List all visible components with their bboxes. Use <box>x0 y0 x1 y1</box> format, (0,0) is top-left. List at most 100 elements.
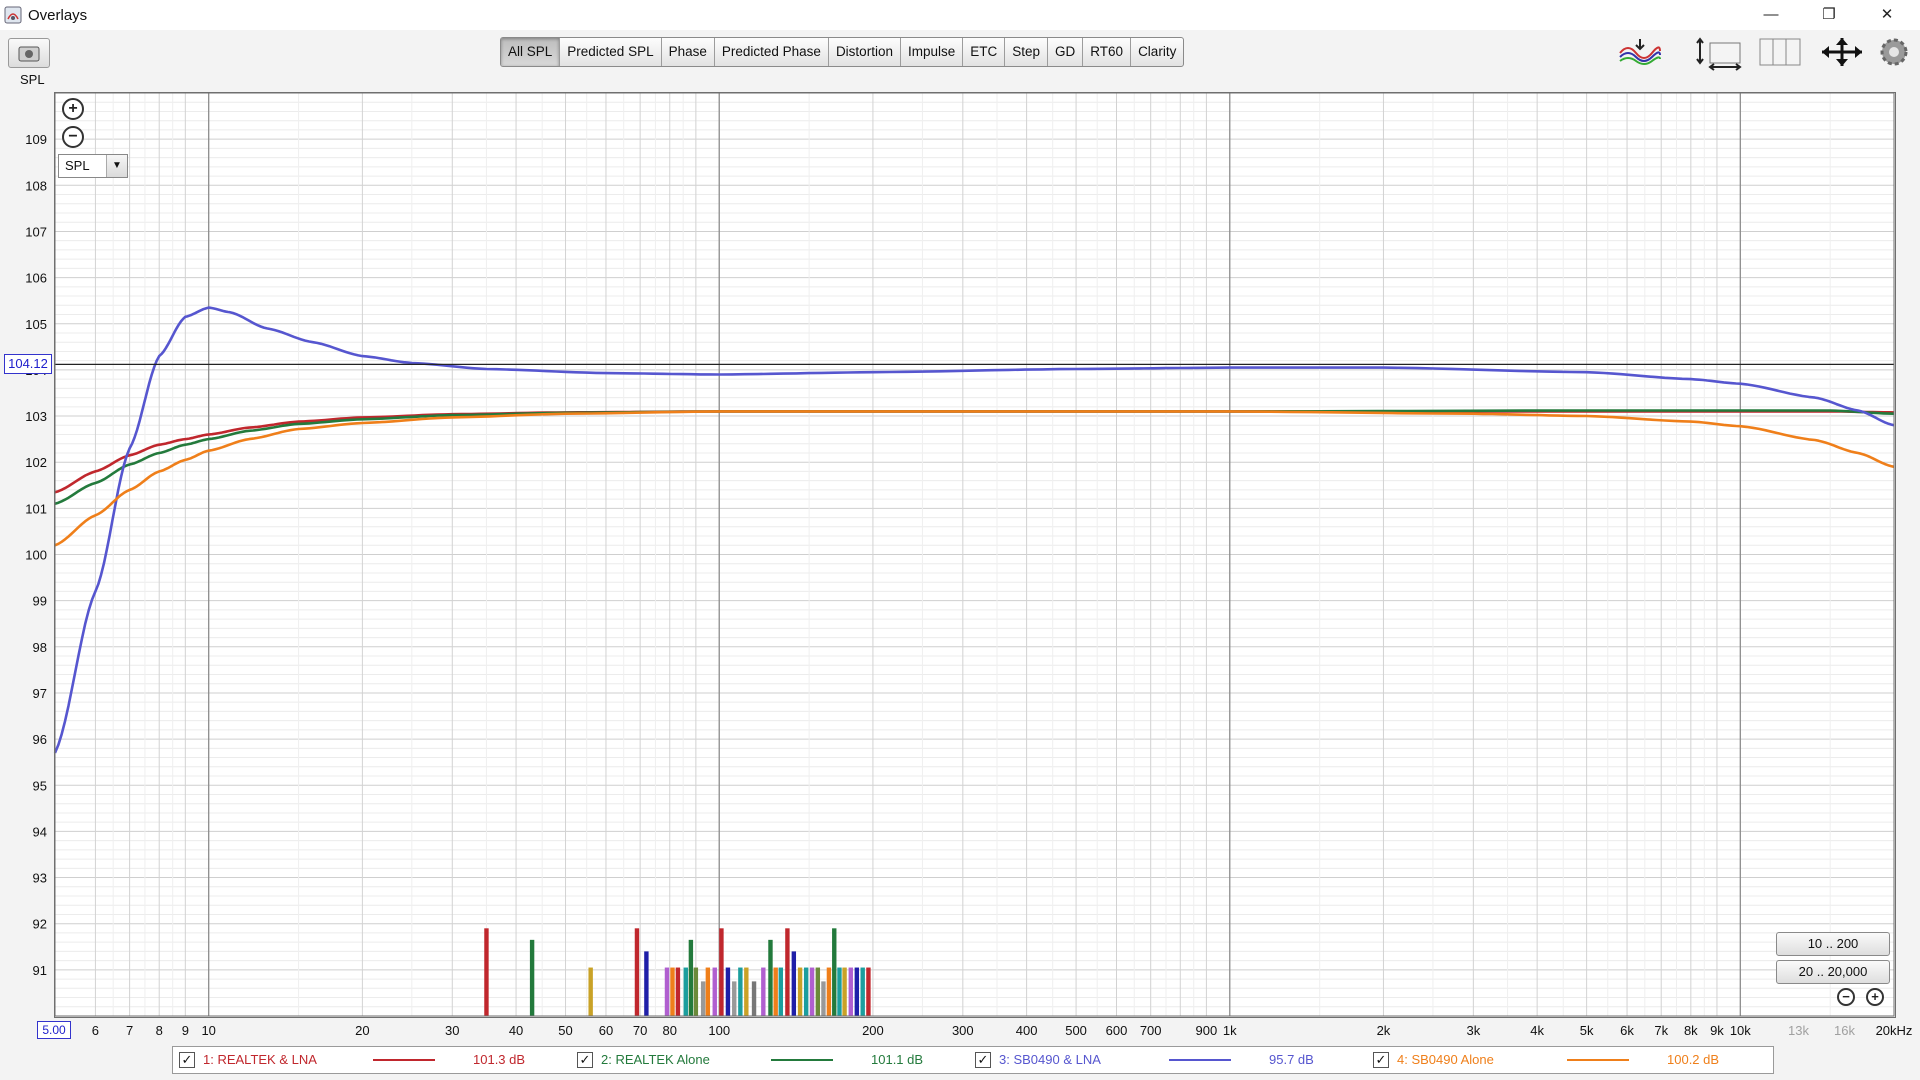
y-tick-label: 106 <box>25 271 47 286</box>
cursor-value-box: 104.12 <box>4 354 52 374</box>
distortion-bar <box>664 967 670 1016</box>
x-tick-label: 60 <box>599 1023 613 1038</box>
distortion-bar <box>768 939 773 1016</box>
distortion-bar <box>842 967 847 1016</box>
y-tick-label: 92 <box>33 917 47 932</box>
range-20-20000-button[interactable]: 20 .. 20,000 <box>1776 960 1890 984</box>
x-start-field[interactable]: 5.00 <box>37 1021 71 1039</box>
distortion-bar <box>634 928 640 1016</box>
x-tick-label: 1k <box>1223 1023 1237 1038</box>
x-tick-label: 20 <box>355 1023 369 1038</box>
x-tick-label: 13k <box>1788 1023 1809 1038</box>
distortion-bar <box>693 967 699 1016</box>
x-tick-label: 5k <box>1580 1023 1594 1038</box>
y-tick-label: 108 <box>25 178 47 193</box>
distortion-bar <box>675 967 681 1016</box>
distortion-bar <box>738 967 743 1016</box>
x-tick-label: 3k <box>1466 1023 1480 1038</box>
legend-swatch-4 <box>1567 1059 1629 1061</box>
distortion-bar <box>815 967 821 1016</box>
x-tick-label: 7k <box>1654 1023 1668 1038</box>
legend-value-3: 95.7 dB <box>1269 1052 1314 1067</box>
y-tick-label: 96 <box>33 732 47 747</box>
x-tick-label: 4k <box>1530 1023 1544 1038</box>
distortion-bar <box>837 967 842 1016</box>
x-tick-label: 9k <box>1710 1023 1724 1038</box>
y-tick-label: 98 <box>33 640 47 655</box>
y-tick-label: 91 <box>33 963 47 978</box>
x-tick-label: 30 <box>445 1023 459 1038</box>
x-tick-label: 8 <box>156 1023 163 1038</box>
x-tick-label: 80 <box>663 1023 677 1038</box>
y-tick-label: 95 <box>33 778 47 793</box>
legend-name-4: 4: SB0490 Alone <box>1397 1052 1494 1067</box>
zoom-in-button[interactable]: + <box>62 98 84 120</box>
y-tick-label: 102 <box>25 455 47 470</box>
distortion-bar <box>860 967 865 1016</box>
x-tick-label: 100 <box>708 1023 730 1038</box>
distortion-bar <box>683 967 688 1016</box>
distortion-bar <box>484 928 489 1016</box>
x-tick-label: 10 <box>201 1023 215 1038</box>
y-tick-label: 100 <box>25 548 47 563</box>
x-tick-label: 200 <box>862 1023 884 1038</box>
legend-swatch-1 <box>373 1059 435 1061</box>
distortion-bar <box>719 928 724 1016</box>
legend: ✓ 1: REALTEK & LNA 101.3 dB ✓ 2: REALTEK… <box>172 1046 1774 1074</box>
legend-checkbox-1[interactable]: ✓ <box>179 1052 195 1068</box>
x-zoom-out-button[interactable]: − <box>1837 988 1855 1006</box>
x-tick-label: 10k <box>1730 1023 1751 1038</box>
x-tick-label: 6 <box>92 1023 99 1038</box>
x-tick-label: 7 <box>126 1023 133 1038</box>
legend-name-2: 2: REALTEK Alone <box>601 1052 710 1067</box>
y-tick-label: 107 <box>25 224 47 239</box>
legend-checkbox-4[interactable]: ✓ <box>1373 1052 1389 1068</box>
distortion-bar <box>832 928 837 1016</box>
distortion-bar <box>732 981 737 1016</box>
distortion-bar <box>700 981 706 1016</box>
distortion-bar <box>778 967 783 1016</box>
distortion-bar <box>670 967 675 1016</box>
distortion-bar <box>854 967 860 1016</box>
zoom-out-button[interactable]: − <box>62 126 84 148</box>
distortion-bar <box>725 967 731 1016</box>
distortion-bar <box>866 967 871 1016</box>
x-tick-label: 70 <box>633 1023 647 1038</box>
x-tick-label: 40 <box>509 1023 523 1038</box>
x-tick-label: 400 <box>1016 1023 1038 1038</box>
legend-swatch-3 <box>1169 1059 1231 1061</box>
distortion-bar <box>705 967 711 1016</box>
distortion-bar <box>826 967 832 1016</box>
x-tick-label: 600 <box>1106 1023 1128 1038</box>
y-tick-label: 94 <box>33 824 47 839</box>
spl-chart: 9192939495969798991001011021031041051061… <box>25 92 1913 1038</box>
legend-checkbox-2[interactable]: ✓ <box>577 1052 593 1068</box>
legend-value-4: 100.2 dB <box>1667 1052 1720 1067</box>
x-tick-label: 900 <box>1196 1023 1218 1038</box>
range-10-200-button[interactable]: 10 .. 200 <box>1776 932 1890 956</box>
view-select-dropdown[interactable]: SPL ▼ <box>58 154 128 178</box>
view-select-value: SPL <box>65 158 90 173</box>
distortion-bar <box>791 951 797 1016</box>
y-tick-label: 101 <box>25 501 47 516</box>
distortion-bar <box>785 928 790 1016</box>
distortion-bar <box>803 967 809 1016</box>
y-tick-label: 97 <box>33 686 47 701</box>
distortion-bar <box>529 939 535 1016</box>
distortion-bar <box>588 967 593 1016</box>
distortion-bar <box>848 967 853 1016</box>
distortion-bar <box>773 967 778 1016</box>
y-tick-label: 103 <box>25 409 47 424</box>
legend-value-2: 101.1 dB <box>871 1052 924 1067</box>
y-tick-label: 109 <box>25 132 47 147</box>
x-zoom-in-button[interactable]: + <box>1866 988 1884 1006</box>
x-tick-label: 50 <box>558 1023 572 1038</box>
legend-swatch-2 <box>771 1059 833 1061</box>
x-tick-label: 9 <box>182 1023 189 1038</box>
y-tick-label: 99 <box>33 594 47 609</box>
legend-checkbox-3[interactable]: ✓ <box>975 1052 991 1068</box>
x-tick-label: 6k <box>1620 1023 1634 1038</box>
x-tick-label: 20kHz <box>1876 1023 1913 1038</box>
distortion-bar <box>809 967 815 1016</box>
distortion-bar <box>744 967 749 1016</box>
